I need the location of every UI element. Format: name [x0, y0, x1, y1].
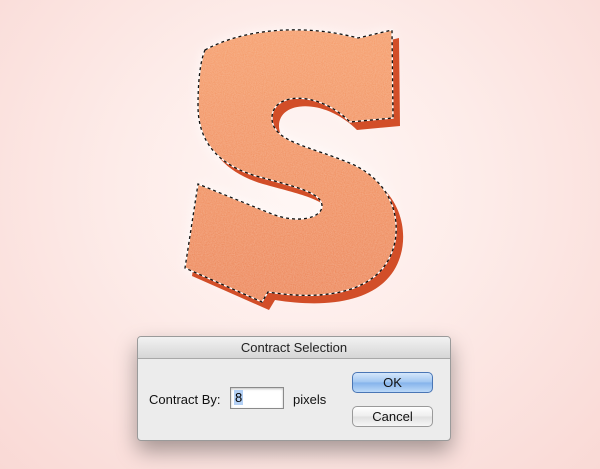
contract-by-label: Contract By: — [149, 392, 221, 407]
ok-button[interactable]: OK — [352, 372, 433, 393]
dialog-title: Contract Selection — [138, 337, 450, 359]
contract-selection-dialog: Contract Selection Contract By: 8 pixels… — [137, 336, 451, 441]
contract-amount-input[interactable]: 8 — [230, 387, 284, 409]
contract-amount-value: 8 — [234, 390, 244, 405]
letter-face — [185, 29, 397, 302]
cancel-button[interactable]: Cancel — [352, 406, 433, 427]
pixels-unit-label: pixels — [293, 392, 327, 407]
